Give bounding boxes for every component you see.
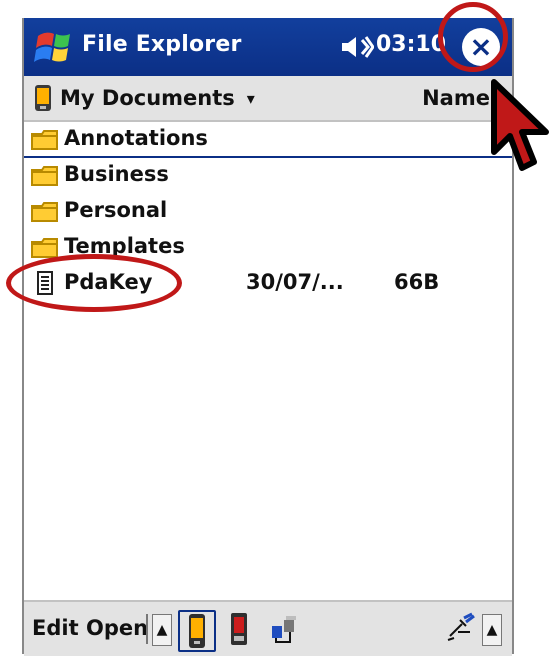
folder-icon	[31, 166, 58, 186]
clock[interactable]: 03:10	[376, 32, 446, 57]
edit-menu[interactable]: Edit	[32, 616, 79, 640]
file-size: 66B	[394, 270, 440, 294]
up-arrow-button[interactable]: ▲	[152, 614, 172, 646]
file-list: Annotations Business Personal Templates	[24, 122, 512, 598]
folder-header: My Documents ▾ Name ▾	[24, 76, 512, 122]
card-icon[interactable]	[222, 610, 256, 648]
pda-icon[interactable]	[178, 610, 216, 652]
list-item[interactable]: Personal	[24, 194, 512, 228]
file-date: 30/07/...	[246, 270, 344, 294]
annotation-file-highlight	[6, 254, 182, 312]
input-panel-arrow[interactable]: ▲	[482, 614, 502, 646]
open-menu[interactable]: Open	[86, 616, 148, 640]
file-name: Business	[64, 162, 169, 186]
volume-icon[interactable]	[340, 32, 374, 62]
list-item[interactable]: Annotations	[24, 122, 512, 158]
folder-dropdown[interactable]: My Documents ▾	[34, 82, 255, 114]
pda-icon	[35, 85, 51, 111]
toolbar-divider	[146, 614, 148, 644]
folder-icon	[31, 202, 58, 222]
input-panel-icon[interactable]	[444, 612, 478, 646]
windows-start-icon[interactable]	[32, 26, 74, 66]
list-item[interactable]: Business	[24, 158, 512, 192]
bottom-toolbar: Edit Open ▲ ▲	[24, 600, 512, 656]
window-title: File Explorer	[82, 32, 242, 57]
chevron-down-icon: ▾	[246, 88, 255, 108]
chevron-up-icon: ▲	[156, 622, 168, 638]
device-frame: File Explorer 03:10 × My Documents ▾ Nam…	[22, 18, 514, 656]
file-name: Personal	[64, 198, 168, 222]
mouse-pointer-icon	[491, 79, 549, 171]
folder-label: My Documents	[60, 86, 235, 110]
file-name: Annotations	[64, 126, 208, 150]
sort-label: Name	[422, 86, 490, 110]
chevron-up-icon: ▲	[486, 622, 498, 638]
folder-icon	[31, 130, 58, 150]
network-icon[interactable]	[266, 610, 300, 648]
